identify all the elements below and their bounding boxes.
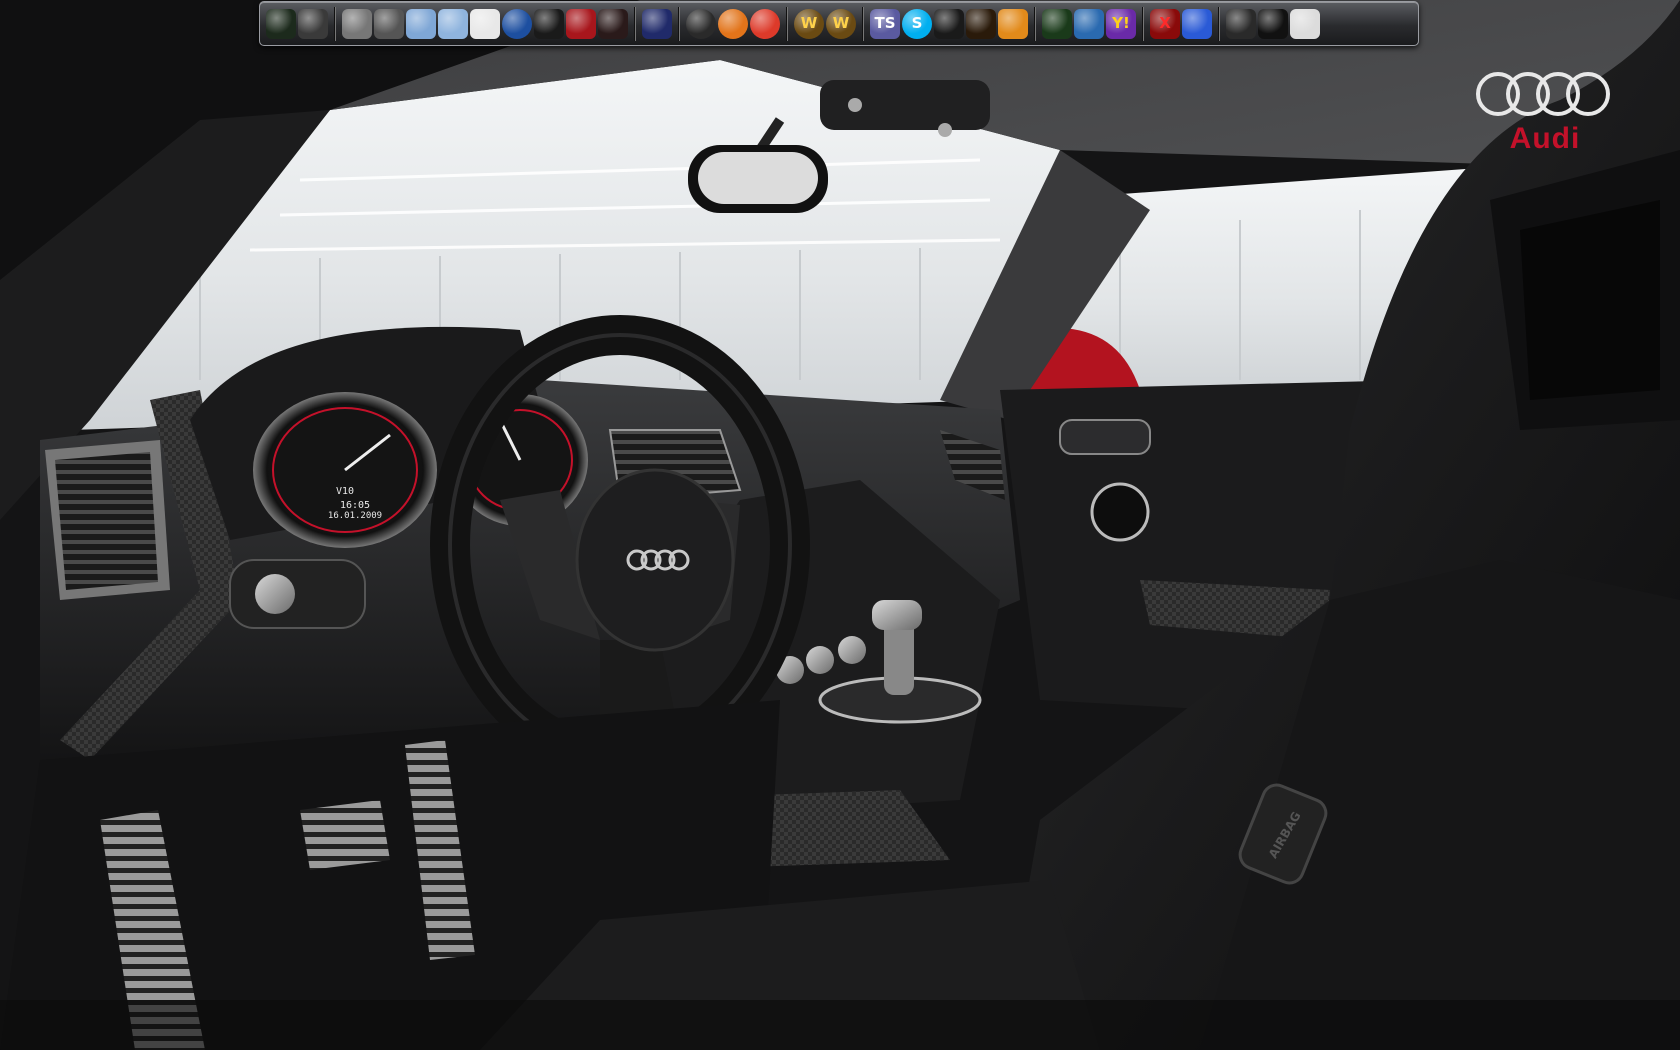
hard-drive-icon[interactable] [406, 8, 436, 39]
dock-separator [1218, 6, 1220, 41]
desktop-icon[interactable] [1290, 8, 1320, 39]
network-drive-icon[interactable] [438, 8, 468, 39]
dock-group: X [1150, 2, 1212, 45]
media-player-icon[interactable] [642, 8, 672, 39]
firefox-icon[interactable] [718, 8, 748, 39]
dock-separator [678, 6, 680, 41]
yahoo-messenger-icon[interactable]: Y! [1106, 8, 1136, 39]
flame-icon[interactable] [966, 8, 996, 39]
skull-crossbones-icon[interactable] [266, 8, 296, 39]
dock-group [342, 2, 628, 45]
dock-group: WW [794, 2, 856, 45]
msn-messenger-icon[interactable] [1074, 8, 1104, 39]
audi-brand-text: Audi [1509, 122, 1581, 155]
devil-icon[interactable] [566, 8, 596, 39]
pirate-icon[interactable] [534, 8, 564, 39]
globe-icon[interactable] [502, 8, 532, 39]
chrome-icon[interactable] [750, 8, 780, 39]
dock-group: TS S [870, 2, 1028, 45]
cluster-date: 16.01.2009 [327, 511, 383, 521]
display-settings-icon[interactable] [1226, 8, 1256, 39]
dock-separator [1142, 6, 1144, 41]
dock-separator [634, 6, 636, 41]
icq-flower-icon[interactable] [1042, 8, 1072, 39]
winamp-icon[interactable] [686, 8, 716, 39]
dock-separator [334, 6, 336, 41]
trash-can-icon[interactable] [342, 8, 372, 39]
world-of-warcraft-icon[interactable]: W [794, 8, 824, 39]
world-of-warcraft-icon[interactable]: W [826, 8, 856, 39]
whiskey-bottle-icon[interactable] [298, 8, 328, 39]
mouse-icon[interactable] [470, 8, 500, 39]
spiral-icon[interactable] [998, 8, 1028, 39]
dock-group [266, 2, 328, 45]
steam-icon[interactable] [934, 8, 964, 39]
dock-bar: W W TS S Y! X [259, 1, 1419, 46]
monitor-icon[interactable] [1258, 8, 1288, 39]
dock-separator [1034, 6, 1036, 41]
pinup-girl-icon[interactable] [598, 8, 628, 39]
teamspeak-icon[interactable]: TS [870, 8, 900, 39]
dock-group [686, 2, 780, 45]
dock-separator [786, 6, 788, 41]
x-app-icon[interactable]: X [1150, 8, 1180, 39]
skype-icon[interactable]: S [902, 8, 932, 39]
cluster-time: 16:05 [339, 500, 371, 511]
dock-group [1226, 2, 1320, 45]
dock-separator [862, 6, 864, 41]
dock-group: Y! [1042, 2, 1136, 45]
desktop-wallpaper: AIRBAG [0, 0, 1680, 1050]
colorful-app-icon[interactable] [1182, 8, 1212, 39]
cluster-model: V10 [335, 486, 355, 497]
dock-group [642, 2, 672, 45]
tools-icon[interactable] [374, 8, 404, 39]
